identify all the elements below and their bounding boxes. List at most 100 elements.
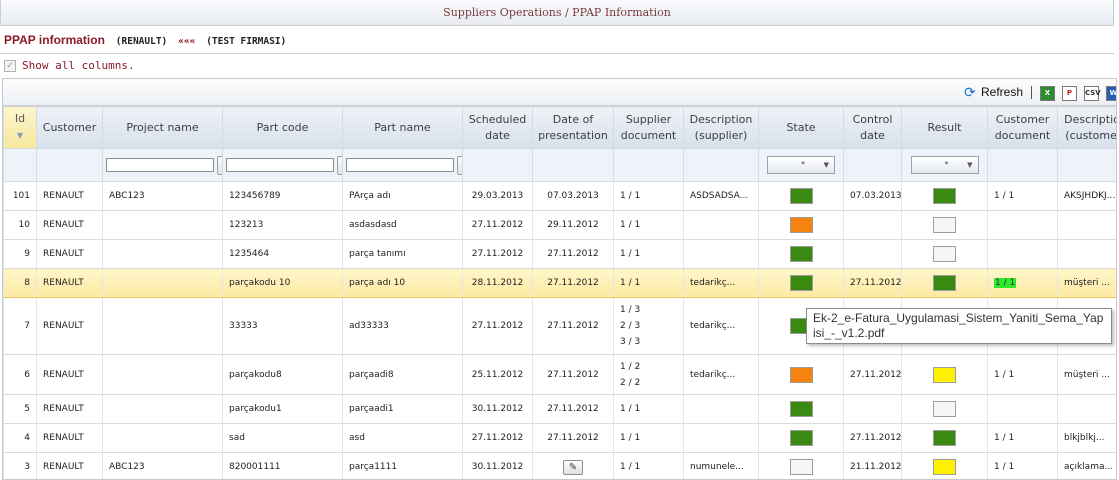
table-row[interactable]: 10 RENAULT 123213 asdasdasd 27.11.2012 29.11.… — [3, 210, 1116, 240]
col-header-result[interactable]: Result — [901, 106, 988, 149]
ppap-info-title: PPAP information — [4, 33, 105, 47]
row-control-date: 27.11.2012 — [843, 354, 902, 395]
row-description-supplier — [683, 394, 759, 424]
state-cell — [758, 210, 844, 240]
row-id: 3 — [3, 452, 37, 479]
state-filter-select[interactable]: * — [767, 156, 835, 174]
state-cell — [758, 239, 844, 269]
row-part-name: parça1111 — [342, 452, 463, 479]
row-customer-document[interactable]: 1 / 1 — [987, 423, 1058, 453]
result-cell — [901, 181, 988, 211]
table-row[interactable]: 8 RENAULT parçakodu 10 parça adı 10 28.11.20… — [3, 268, 1116, 298]
row-id: 6 — [3, 354, 37, 395]
result-swatch — [933, 366, 956, 383]
col-header-customer-document[interactable]: Customer document — [987, 106, 1058, 149]
col-header-project-name[interactable]: Project name — [102, 106, 223, 149]
row-description-customer — [1057, 394, 1116, 424]
word-icon[interactable]: W — [1106, 86, 1116, 101]
row-supplier-document[interactable]: 1 / 22 / 2 — [613, 354, 684, 395]
col-header-description-customer[interactable]: Description (customer) — [1057, 106, 1116, 149]
col-header-part-name[interactable]: Part name — [342, 106, 463, 149]
back-arrows-link[interactable]: ««« — [178, 36, 195, 47]
refresh-button[interactable]: ⟳ Refresh — [964, 84, 1023, 100]
row-scheduled-date: 30.11.2012 — [462, 452, 533, 479]
pdf-icon[interactable]: P — [1062, 86, 1077, 101]
row-part-name: parça tanımı — [342, 239, 463, 269]
col-header-description-supplier[interactable]: Description (supplier) — [683, 106, 759, 149]
table-row[interactable]: 3 RENAULT ABC123 820001111 parça1111 30.11.20… — [3, 452, 1116, 479]
row-supplier-document[interactable]: 1 / 1 — [613, 210, 684, 240]
row-part-code: parçakodu1 — [222, 394, 343, 424]
row-customer-document[interactable]: 1 / 1 — [987, 452, 1058, 479]
row-supplier-document[interactable]: 1 / 1 — [613, 394, 684, 424]
row-customer-document[interactable]: 1 / 1 — [987, 181, 1058, 211]
supplier-document-link[interactable]: 1 / 3 — [620, 302, 677, 318]
result-swatch — [933, 459, 956, 475]
checkbox-icon[interactable]: ✓ — [4, 60, 16, 72]
row-date-of-presentation: 07.03.2013 — [532, 181, 614, 211]
table-row[interactable]: 4 RENAULT sad asd 27.11.2012 27.11.2012 1 / 12… — [3, 423, 1116, 453]
document-tooltip: Ek-2_e-Fatura_Uygulamasi_Sistem_Yaniti_S… — [806, 308, 1112, 344]
filter-icon[interactable]: ⏷ — [336, 155, 342, 175]
row-supplier-document[interactable]: 1 / 32 / 33 / 3 — [613, 297, 684, 355]
row-part-name: PArça adı — [342, 181, 463, 211]
row-description-supplier: numunele... — [683, 452, 759, 479]
customer-document-link[interactable]: 1 / 1 — [994, 191, 1014, 201]
part-name-filter-input[interactable] — [346, 158, 454, 172]
row-date-of-presentation: 27.11.2012 — [532, 423, 614, 453]
row-control-date: 21.11.2012 — [843, 452, 902, 479]
excel-icon[interactable]: X — [1040, 86, 1055, 101]
customer-document-link[interactable]: 1 / 1 — [994, 278, 1017, 288]
row-part-name: parça adı 10 — [342, 268, 463, 298]
table-row[interactable]: 6 RENAULT parçakodu8 parçaadi8 25.11.2012 27.… — [3, 354, 1116, 395]
row-supplier-document[interactable]: 1 / 1 — [613, 423, 684, 453]
supplier-document-link[interactable]: 1 / 2 — [620, 359, 677, 375]
state-swatch — [789, 430, 813, 446]
col-header-part-code[interactable]: Part code — [222, 106, 343, 149]
result-filter-select[interactable]: * — [910, 156, 979, 174]
show-all-columns-toggle[interactable]: ✓ Show all columns. — [4, 58, 135, 74]
row-customer-document[interactable] — [987, 210, 1058, 240]
col-header-supplier-document[interactable]: Supplier document — [613, 106, 684, 149]
result-swatch — [933, 217, 956, 233]
row-customer-document[interactable] — [987, 239, 1058, 269]
row-project-name — [102, 268, 223, 298]
row-date-of-presentation: 27.11.2012 — [532, 394, 614, 424]
row-date-of-presentation: 27.11.2012 — [532, 354, 614, 395]
row-id: 10 — [3, 210, 37, 240]
filter-icon[interactable]: ⏷ — [216, 155, 222, 175]
row-supplier-document[interactable]: 1 / 1 — [613, 181, 684, 211]
row-customer-document[interactable] — [987, 394, 1058, 424]
col-header-scheduled-date[interactable]: Scheduled date — [462, 106, 533, 149]
row-supplier-document[interactable]: 1 / 1 — [613, 239, 684, 269]
filter-icon[interactable]: ⏷ — [456, 155, 462, 175]
row-date-of-presentation: ✎ — [532, 452, 614, 479]
edit-icon[interactable]: ✎ — [563, 459, 583, 475]
state-swatch — [789, 246, 813, 262]
col-header-control-date[interactable]: Control date — [843, 106, 902, 149]
row-control-date: 27.11.2012 — [843, 423, 902, 453]
supplier-document-link[interactable]: 2 / 2 — [620, 375, 677, 391]
customer-document-link[interactable]: 1 / 1 — [994, 433, 1014, 443]
project-name-filter-input[interactable] — [106, 158, 214, 172]
table-row[interactable]: 9 RENAULT 1235464 parça tanımı 27.11.2012 27.… — [3, 239, 1116, 269]
table-row[interactable]: 5 RENAULT parçakodu1 parçaadi1 30.11.2012 27.… — [3, 394, 1116, 424]
col-header-state[interactable]: State — [758, 106, 844, 149]
customer-document-link[interactable]: 1 / 1 — [994, 370, 1014, 380]
col-header-id[interactable]: Id ▼ — [3, 106, 37, 149]
supplier-document-link[interactable]: 2 / 3 — [620, 318, 677, 334]
result-cell — [901, 268, 988, 298]
part-code-filter-input[interactable] — [226, 158, 334, 172]
row-supplier-document[interactable]: 1 / 1 — [613, 268, 684, 298]
row-customer-document[interactable]: 1 / 1 — [987, 268, 1058, 298]
col-header-date-of-presentation[interactable]: Date of presentation — [532, 106, 614, 149]
table-row[interactable]: 101 RENAULT ABC123 123456789 PArça adı 29.03.… — [3, 181, 1116, 211]
show-all-columns-label[interactable]: Show all columns. — [22, 59, 135, 72]
col-header-customer[interactable]: Customer — [36, 106, 103, 149]
row-scheduled-date: 25.11.2012 — [462, 354, 533, 395]
row-customer-document[interactable]: 1 / 1 — [987, 354, 1058, 395]
supplier-document-link[interactable]: 3 / 3 — [620, 334, 677, 350]
csv-icon[interactable]: CSV — [1084, 86, 1101, 101]
row-supplier-document[interactable]: 1 / 1 — [613, 452, 684, 479]
customer-document-link[interactable]: 1 / 1 — [994, 462, 1014, 472]
